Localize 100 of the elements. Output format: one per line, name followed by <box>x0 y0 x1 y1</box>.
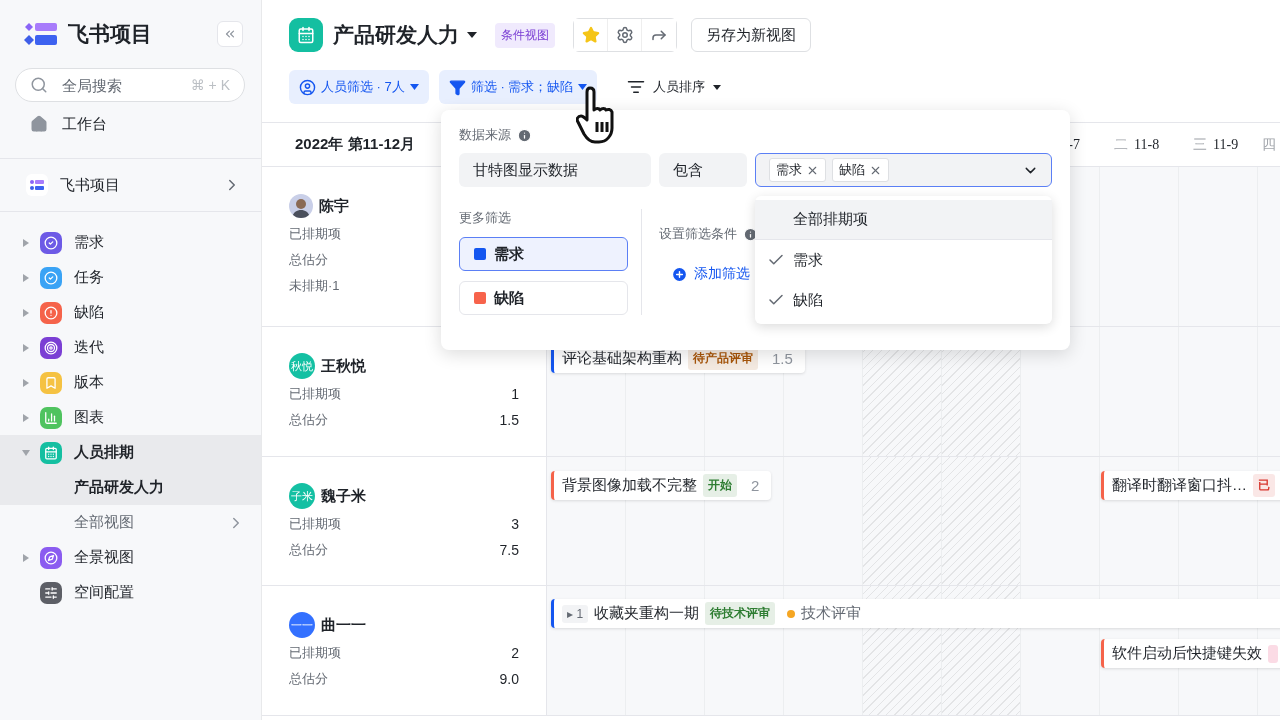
task-title: 翻译时翻译窗口抖… <box>1112 476 1247 495</box>
view-title[interactable]: 产品研发人力 <box>333 21 477 49</box>
sidebar-item[interactable]: 全景视图 <box>0 540 261 575</box>
sidebar-item[interactable]: 空间配置 <box>0 575 261 610</box>
task-title: 收藏夹重构一期 <box>594 604 700 623</box>
date-label: 11-8 <box>1134 136 1160 153</box>
points-value: 1.5 <box>772 350 793 367</box>
caret-icon[interactable] <box>22 273 30 282</box>
search-icon <box>30 76 48 94</box>
brand-name: 飞书项目 <box>68 21 153 47</box>
stat-label: 已排期项 <box>289 385 341 403</box>
weekday-label: 三 <box>1193 135 1207 154</box>
search-field[interactable]: 全局搜索 <box>60 75 179 95</box>
source-field[interactable]: 甘特图显示数据 <box>459 153 651 187</box>
person-name: 魏子米 <box>321 486 366 506</box>
section-label: 设置筛选条件 <box>659 225 737 243</box>
task-bar[interactable]: 软件启动后快捷键失效 <box>1101 639 1280 668</box>
task-bar[interactable]: 翻译时翻译窗口抖… 已 <box>1101 471 1280 500</box>
person-name: 曲一一 <box>321 615 366 635</box>
stat-label: 已排期项 <box>289 225 341 243</box>
sidebar-item[interactable]: 需求 <box>0 225 261 260</box>
workbench-link[interactable]: 工作台 <box>0 102 261 146</box>
value-chip[interactable]: 需求 <box>769 158 826 182</box>
type-item[interactable]: 需求 <box>459 237 628 271</box>
avatar: 子米 <box>289 483 315 509</box>
stage-label: 技术评审 <box>801 604 862 623</box>
caret-icon <box>409 84 419 90</box>
section-label: 数据来源 <box>459 126 511 144</box>
sidebar-item[interactable]: 任务 <box>0 260 261 295</box>
collapse-button[interactable] <box>217 21 243 47</box>
task-title: 背景图像加载不完整 <box>562 476 697 495</box>
type-item[interactable]: 缺陷 <box>459 281 628 315</box>
task-bar[interactable]: 背景图像加载不完整 开始 2 <box>551 471 772 500</box>
stat-value: 1.5 <box>499 412 519 428</box>
person-name: 陈宇 <box>319 196 349 216</box>
funnel-icon <box>448 78 466 96</box>
info-icon <box>517 127 532 143</box>
caret-icon[interactable] <box>22 413 30 422</box>
date-label: 11-9 <box>1213 136 1239 153</box>
space-logo-icon <box>26 174 48 196</box>
view-type-tag: 条件视图 <box>495 22 555 48</box>
sidebar-subitem[interactable]: 全部视图 <box>0 505 261 540</box>
caret-icon[interactable] <box>22 378 30 387</box>
menu-option[interactable]: 全部排期项 <box>755 200 1052 240</box>
user-icon <box>299 78 316 96</box>
points-value: 2 <box>751 477 760 494</box>
stat-label: 已排期项 <box>289 515 341 533</box>
stat-value: 9.0 <box>499 671 519 687</box>
plus-icon <box>671 265 688 283</box>
caret-icon[interactable] <box>22 553 30 562</box>
sidebar-subitem[interactable]: 产品研发人力 <box>0 470 261 505</box>
sidebar-item[interactable]: 图表 <box>0 400 261 435</box>
sidebar-item[interactable]: 缺陷 <box>0 295 261 330</box>
stat-value: 2 <box>511 645 519 661</box>
menu-option[interactable]: 缺陷 <box>755 280 1052 320</box>
menu-option[interactable]: 需求 <box>755 240 1052 280</box>
section-label: 更多筛选 <box>459 209 511 227</box>
stat-label: 总估分 <box>289 541 328 559</box>
settings-icon <box>615 26 634 44</box>
expand-toggle[interactable]: ▸ 1 <box>562 604 589 623</box>
caret-icon[interactable] <box>22 343 30 352</box>
star-button[interactable] <box>574 19 608 51</box>
caret-icon <box>578 84 588 90</box>
value-chip[interactable]: 缺陷 <box>832 158 889 182</box>
task-bar[interactable]: ▸ 1 收藏夹重构一期 待技术评审 技术评审 <box>551 599 1280 628</box>
avatar: 秋悦 <box>289 353 315 379</box>
status-tag: 待技术评审 <box>705 602 776 625</box>
operator-field[interactable]: 包含 <box>659 153 747 187</box>
filter-button[interactable]: 筛选 · 需求；缺陷 <box>438 70 598 104</box>
caret-icon[interactable] <box>22 448 30 457</box>
weekday-label: 四 <box>1262 135 1276 154</box>
sidebar-item[interactable]: 迭代 <box>0 330 261 365</box>
avatar <box>289 194 313 218</box>
caret-icon[interactable] <box>22 308 30 317</box>
save-as-view-button[interactable]: 另存为新视图 <box>691 18 811 52</box>
caret-icon <box>467 32 477 38</box>
calendar-icon <box>289 18 323 52</box>
stat-label: 总估分 <box>289 251 328 269</box>
stat-value: 3 <box>511 516 519 532</box>
space-selector[interactable]: 飞书项目 <box>0 159 261 211</box>
stat-label: 已排期项 <box>289 644 341 662</box>
status-tag: 已 <box>1253 474 1275 497</box>
stat-label: 总估分 <box>289 670 328 688</box>
people-filter-button[interactable]: 人员筛选 · 7人 <box>289 70 429 104</box>
task-title: 软件启动后快捷键失效 <box>1112 644 1262 663</box>
double-chevron-icon <box>223 27 237 41</box>
add-filter-button[interactable]: 添加筛选 <box>659 265 750 283</box>
person-name: 王秋悦 <box>321 356 366 376</box>
caret-icon <box>713 84 722 90</box>
home-icon <box>30 115 48 133</box>
avatar: 一一 <box>289 612 315 638</box>
logo-icon <box>24 22 58 46</box>
sidebar-item[interactable]: 版本 <box>0 365 261 400</box>
sort-button[interactable]: 人员排序 <box>617 70 732 104</box>
stat-value: 1 <box>511 386 519 402</box>
value-select[interactable]: 需求 缺陷 <box>755 153 1052 187</box>
weekday-label: 二 <box>1114 135 1128 154</box>
sidebar-item[interactable]: 人员排期 <box>0 435 261 470</box>
stat-label: 未排期·1 <box>289 277 340 295</box>
caret-icon[interactable] <box>22 238 30 247</box>
